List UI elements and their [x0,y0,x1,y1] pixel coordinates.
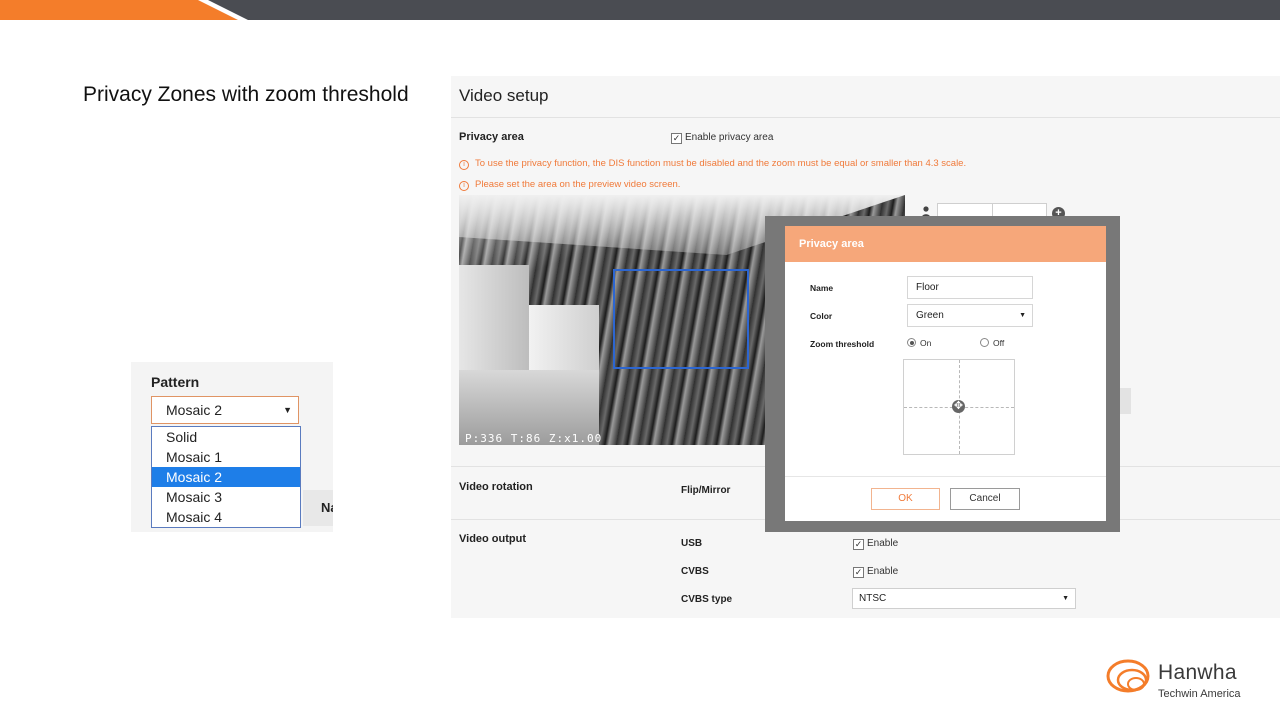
pattern-options-list: Solid Mosaic 1 Mosaic 2 Mosaic 3 Mosaic … [151,426,301,528]
usb-enable-checkbox[interactable]: ✓ Enable [853,538,898,550]
ptz-osd-readout: P:336 T:86 Z:x1.00 [465,432,603,445]
pattern-option-mosaic-4[interactable]: Mosaic 4 [152,507,300,527]
off-label: Off [993,338,1005,348]
zoom-threshold-pad[interactable]: ✥ [903,359,1015,455]
radio-selected-icon [907,338,916,347]
pattern-selected-value: Mosaic 2 [166,402,223,418]
brand-subtitle: Techwin America [1158,688,1241,700]
color-label: Color [810,311,833,321]
zoom-threshold-off-radio[interactable]: Off [980,338,1004,348]
zoom-threshold-on-radio[interactable]: On [907,338,931,348]
privacy-zone-rectangle[interactable] [613,269,749,369]
pattern-option-mosaic-2[interactable]: Mosaic 2 [152,467,300,487]
move-handle-icon[interactable]: ✥ [952,400,965,413]
checkbox-checked-icon: ✓ [853,567,864,578]
title-divider [451,117,1280,118]
brand-name: Hanwha [1158,661,1237,684]
checkbox-checked-icon: ✓ [671,133,682,144]
flip-mirror-label: Flip/Mirror [681,485,731,496]
cvbs-enable-label: Enable [867,566,899,577]
pattern-label: Pattern [151,374,200,390]
ok-button[interactable]: OK [871,488,940,510]
info-icon: i [459,160,469,170]
dialog-title: Privacy area [785,226,1106,262]
warning-set-area: i Please set the area on the preview vide… [459,179,680,191]
cvbs-type-label: CVBS type [681,594,733,605]
pattern-option-mosaic-1[interactable]: Mosaic 1 [152,447,300,467]
warning-text-1: To use the privacy function, the DIS fun… [475,158,967,169]
pattern-panel: Pattern Na Mosaic 2 ▼ Solid Mosaic 1 Mos… [131,362,333,532]
warning-dis-zoom: i To use the privacy function, the DIS fu… [459,158,966,170]
enable-privacy-area-label: Enable privacy area [685,132,774,143]
cvbs-enable-checkbox[interactable]: ✓ Enable [853,566,898,578]
color-select[interactable]: Green ▼ [907,304,1033,327]
pattern-option-mosaic-3[interactable]: Mosaic 3 [152,487,300,507]
name-label: Name [810,283,834,293]
pattern-select[interactable]: Mosaic 2 ▼ [151,396,299,424]
cvbs-type-select[interactable]: NTSC ▼ [852,588,1076,609]
video-rotation-label: Video rotation [459,481,533,493]
cvbs-label: CVBS [681,566,709,577]
warning-text-2: Please set the area on the preview video… [475,179,681,190]
name-value: Floor [916,282,939,293]
checkbox-checked-icon: ✓ [853,539,864,550]
usb-label: USB [681,538,703,549]
usb-enable-label: Enable [867,538,899,549]
zoom-threshold-label: Zoom threshold [810,339,875,349]
radio-unselected-icon [980,338,989,347]
name-input[interactable]: Floor [907,276,1033,299]
cvbs-type-value: NTSC [859,593,887,604]
color-value: Green [916,310,944,321]
enable-privacy-area-checkbox[interactable]: ✓ Enable privacy area [671,132,773,144]
slide-title: Privacy Zones with zoom threshold [83,83,409,106]
on-label: On [920,338,932,348]
cancel-button[interactable]: Cancel [950,488,1020,510]
privacy-area-dialog: Privacy area Name Floor Color Green ▼ Zo… [785,226,1106,521]
video-output-label: Video output [459,533,527,545]
info-icon: i [459,181,469,191]
pattern-option-solid[interactable]: Solid [152,427,300,447]
dialog-footer-divider [785,476,1106,477]
side-control-strip [1119,388,1131,414]
privacy-area-label: Privacy area [459,131,524,143]
caret-down-icon: ▼ [1062,595,1069,602]
video-setup-title: Video setup [459,86,549,105]
caret-down-icon: ▼ [1019,312,1026,319]
caret-down-icon: ▼ [283,405,292,415]
table-header-name: Na [303,490,333,526]
